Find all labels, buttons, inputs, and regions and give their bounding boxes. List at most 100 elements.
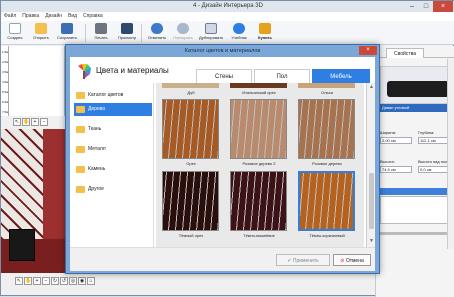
menu-view[interactable]: Вид	[65, 12, 80, 21]
dialog-title: Каталог цветов и материалов	[184, 48, 261, 54]
vertical-ruler: 1.5м 2.5м 3.5м 4.5м 5.5м 6.5м 7.5м	[1, 46, 9, 116]
toolbar-divider	[85, 24, 86, 42]
swatch-oak[interactable]	[162, 83, 219, 88]
tab-furniture[interactable]: Мебель	[312, 69, 370, 83]
depth-field[interactable]: 112,1 см	[418, 137, 450, 144]
swatch-label: Итальянский орех	[242, 90, 276, 95]
3d-view[interactable]	[1, 129, 69, 273]
scroll-thumb[interactable]	[369, 173, 374, 229]
duplicate-icon	[205, 23, 217, 34]
category-color-catalog[interactable]: Каталог цветов	[74, 89, 152, 102]
category-stone[interactable]: Камень	[74, 163, 152, 176]
zoom-out-icon[interactable]: −	[42, 277, 50, 285]
hand-icon[interactable]: ✋	[24, 277, 32, 285]
rotate-back-icon[interactable]: ↺	[60, 277, 68, 285]
swatch-dark-walnut[interactable]	[162, 171, 219, 231]
cabinet	[9, 229, 35, 261]
toolbar: Создать Открыть Сохранить Печать Просмот…	[1, 21, 454, 45]
app-window: 4 - Дизайн Интерьера 3D – □ × Файл Правка…	[0, 0, 454, 297]
dialog-close-button[interactable]: ×	[359, 46, 377, 55]
ruler-mark: 4.5м	[2, 80, 9, 84]
apply-button[interactable]: ✔ Применить	[276, 254, 330, 266]
buy-button[interactable]: Купить	[253, 22, 277, 44]
properties-panel: Свойства Диван угловой Ширина: 2,00 см Г…	[375, 46, 454, 297]
window-title: 4 - Дизайн Интерьера 3D	[1, 1, 454, 12]
category-wood[interactable]: Дерево	[74, 103, 152, 116]
swatch-label: Ольха	[321, 90, 333, 95]
preview-button[interactable]: Просмотр	[115, 22, 139, 44]
pointer-icon[interactable]: ↖	[15, 277, 23, 285]
menu-edit[interactable]: Правка	[19, 12, 42, 21]
swatch-dark-brown[interactable]	[298, 171, 355, 231]
plan-view[interactable]: 1.5м 2.5м 3.5м 4.5м 5.5м 6.5м 7.5м	[1, 46, 65, 116]
tab-properties[interactable]: Свойства	[386, 48, 424, 58]
menu-bar: Файл Правка Дизайн Вид Справка	[1, 12, 454, 21]
selected-furniture-name: Диван угловой	[380, 104, 452, 112]
swatch-walnut[interactable]	[162, 99, 219, 159]
new-doc-icon	[9, 23, 21, 34]
menu-help[interactable]: Справка	[80, 12, 106, 21]
category-fabric[interactable]: Ткань	[74, 123, 152, 136]
swatch-rosewood[interactable]	[298, 99, 355, 159]
material-list[interactable]	[380, 196, 452, 224]
swatch-label: Розовое дерево	[312, 161, 342, 166]
swatch-alder[interactable]	[298, 83, 355, 88]
tab-floor[interactable]: Пол	[254, 69, 310, 83]
orbit-icon[interactable]: ◎	[69, 277, 77, 285]
material-scrollbar[interactable]: ▲ ▼	[366, 83, 375, 247]
transparency-slider[interactable]	[380, 232, 452, 235]
materials-dialog: Каталог цветов и материалов × Цвета и ма…	[65, 44, 380, 274]
monitor-icon	[121, 23, 133, 34]
create-button[interactable]: Создать	[3, 22, 27, 44]
home-icon[interactable]: ⌂	[87, 277, 95, 285]
selected-color-bar[interactable]	[380, 188, 452, 195]
menu-file[interactable]: Файл	[1, 12, 19, 21]
minimize-button[interactable]: –	[405, 1, 419, 12]
swatch-rosewood-2[interactable]	[230, 99, 287, 159]
folder-icon	[76, 126, 85, 133]
width-field[interactable]: 2,00 см	[380, 137, 412, 144]
undo-button[interactable]: Отменить	[145, 22, 169, 44]
depth-label: Глубина:	[418, 130, 435, 135]
print-button[interactable]: Печать	[89, 22, 113, 44]
dialog-body: Цвета и материалы Стены Пол Мебель Катал…	[70, 57, 375, 271]
zoom-out-icon[interactable]: −	[40, 118, 48, 126]
right-scrollbar[interactable]	[447, 59, 454, 249]
plan-tools: ↖ ✋ + −	[13, 118, 65, 128]
swatch-dark-cherry[interactable]	[230, 171, 287, 231]
open-button[interactable]: Открыть	[29, 22, 53, 44]
scroll-down-icon[interactable]: ▼	[368, 238, 375, 245]
ruler-mark: 2.5м	[2, 60, 9, 64]
scroll-up-icon[interactable]: ▲	[368, 84, 375, 91]
redo-icon	[177, 23, 189, 34]
walk-icon[interactable]: ◉	[78, 277, 86, 285]
rotate-icon[interactable]: ↻	[51, 277, 59, 285]
printer-icon	[95, 23, 107, 34]
height-label: Высота:	[380, 159, 395, 164]
dialog-heading: Цвета и материалы	[96, 66, 169, 75]
folder-icon	[76, 146, 85, 153]
maximize-button[interactable]: □	[419, 1, 433, 12]
elevation-field[interactable]: 0,0 см	[418, 166, 450, 173]
close-window-button[interactable]: ×	[433, 1, 453, 12]
tab-walls[interactable]: Стены	[196, 69, 252, 83]
properties-tabs: Свойства	[376, 46, 454, 58]
zoom-in-icon[interactable]: +	[33, 277, 41, 285]
hand-icon[interactable]: ✋	[22, 118, 30, 126]
height-field[interactable]: 74,9 см	[380, 166, 412, 173]
swatch-italian-walnut[interactable]	[230, 83, 287, 88]
duplicate-button[interactable]: Дублировать	[199, 22, 223, 44]
save-icon	[61, 23, 73, 34]
redo-button[interactable]: Повторить	[171, 22, 195, 44]
material-grid: Дуб Итальянский орех Ольха Орех Розовое …	[156, 83, 364, 247]
category-metal[interactable]: Металл	[74, 143, 152, 156]
save-button[interactable]: Сохранить	[55, 22, 79, 44]
swatch-label: Орех	[186, 161, 196, 166]
cancel-button[interactable]: ⊘ Отмена	[333, 254, 371, 266]
pointer-icon[interactable]: ↖	[13, 118, 21, 126]
menu-design[interactable]: Дизайн	[42, 12, 65, 21]
swatch-label: Тёмно-вишнёвое	[243, 233, 275, 238]
category-other[interactable]: Другое	[74, 183, 152, 196]
tutorial-button[interactable]: Учебник	[227, 22, 251, 44]
zoom-in-icon[interactable]: +	[31, 118, 39, 126]
